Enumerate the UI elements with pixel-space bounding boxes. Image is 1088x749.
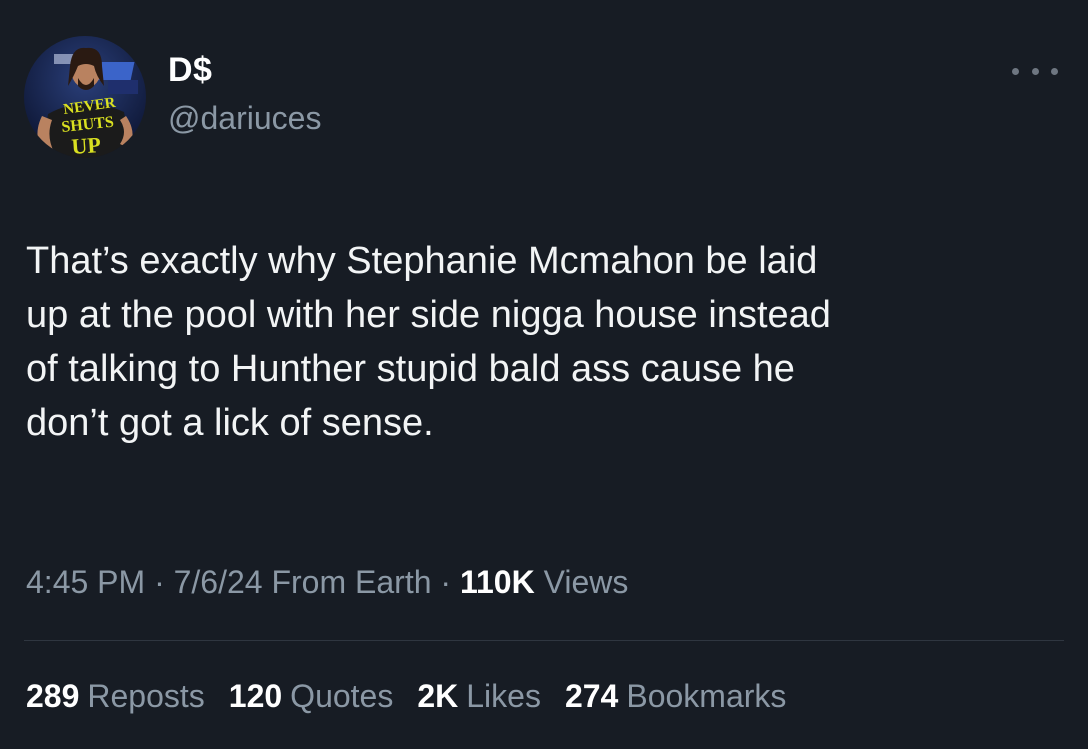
display-name[interactable]: D$ xyxy=(168,50,321,90)
stat-count: 289 xyxy=(26,678,80,714)
tweet-card: NEVER SHUTS UP D$ @dariuces That’s exact… xyxy=(0,0,1088,749)
stat-label: Bookmarks xyxy=(626,678,787,714)
tweet-date[interactable]: 7/6/24 xyxy=(174,564,263,600)
stat-reposts[interactable]: 289 Reposts xyxy=(26,674,205,718)
stat-quotes[interactable]: 120 Quotes xyxy=(229,674,394,718)
divider xyxy=(24,640,1064,641)
stat-bookmarks[interactable]: 274 Bookmarks xyxy=(565,674,786,718)
meta-separator: · xyxy=(145,564,174,600)
more-dot xyxy=(1031,67,1039,75)
stat-count: 120 xyxy=(228,678,283,714)
tweet-meta: 4:45 PM · 7/6/24 From Earth · 110K Views xyxy=(26,560,628,604)
more-dot xyxy=(1051,67,1058,75)
user-names: D$ @dariuces xyxy=(168,50,321,140)
tweet-header: NEVER SHUTS UP D$ @dariuces xyxy=(24,36,321,158)
stat-likes[interactable]: 2K Likes xyxy=(417,674,541,718)
user-handle[interactable]: @dariuces xyxy=(168,96,321,140)
tweet-text: That’s exactly why Stephanie Mcmahon be … xyxy=(26,240,831,444)
meta-separator: · xyxy=(431,564,460,600)
views-count: 110K xyxy=(459,564,535,600)
views-label: Views xyxy=(534,564,629,600)
avatar-image: NEVER SHUTS UP xyxy=(24,36,146,158)
tweet-time[interactable]: 4:45 PM xyxy=(26,564,145,600)
svg-text:UP: UP xyxy=(71,132,102,158)
more-dot xyxy=(1012,67,1019,75)
more-horizontal-icon[interactable] xyxy=(1012,56,1058,86)
engagement-stats: 289 Reposts 120 Quotes 2K Likes 274 Bookmark… xyxy=(26,674,810,718)
tweet-source: From Earth xyxy=(262,564,432,600)
stat-count: 2K xyxy=(417,678,459,714)
stat-label: Likes xyxy=(466,678,541,714)
stat-label: Reposts xyxy=(87,678,205,714)
stat-count: 274 xyxy=(564,678,619,714)
avatar[interactable]: NEVER SHUTS UP xyxy=(24,36,146,158)
stat-label: Quotes xyxy=(290,678,394,714)
